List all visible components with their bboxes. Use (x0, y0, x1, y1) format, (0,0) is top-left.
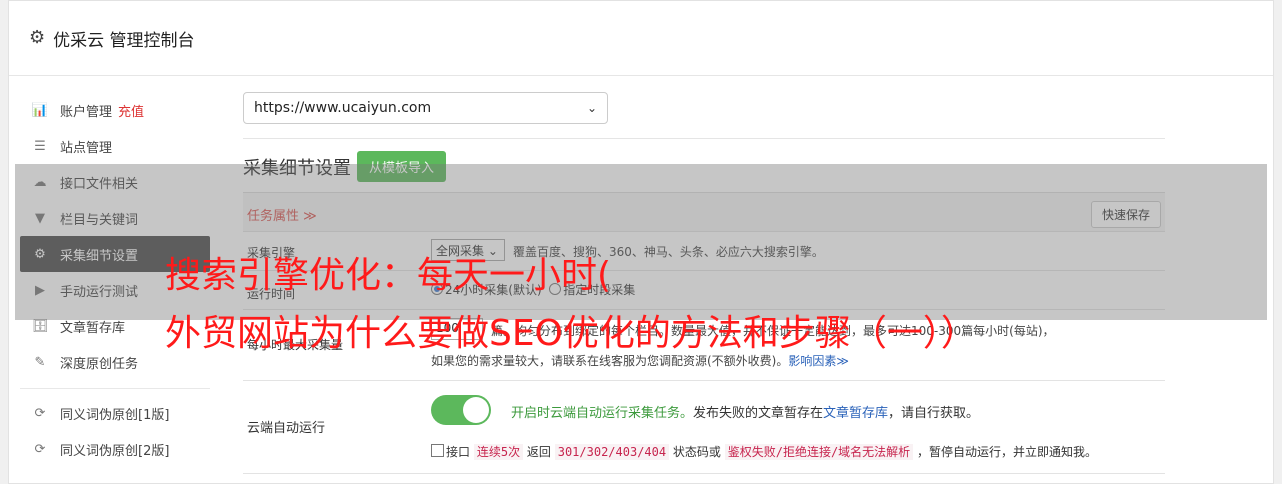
cloud-run-label: 云端自动运行 (247, 421, 326, 436)
pause-rule-d: ，暂停自动运行，并立即通知我。 (913, 445, 1098, 459)
cloud-run-toggle[interactable] (431, 395, 491, 425)
site-select[interactable]: https://www.ucaiyun.com ⌄ (243, 92, 608, 124)
edit-icon: ✎ (34, 354, 46, 370)
toggle-knob (463, 397, 489, 423)
site-select-value: https://www.ucaiyun.com (254, 100, 432, 116)
console-header: ⚙ 优采云 管理控制台 (9, 1, 1273, 76)
pause-rule-line: 接口 连续5次 返回 301/302/403/404 状态码或 鉴权失败/拒绝连… (431, 443, 1097, 460)
sidebar-divider (20, 388, 210, 389)
cloud-desc-text: 发布失败的文章暂存在 (693, 406, 824, 421)
code-errors: 鉴权失败/拒绝连接/域名无法解析 (724, 444, 914, 460)
cloud-run-row: 云端自动运行 开启时云端自动运行采集任务。发布失败的文章暂存在文章暂存库，请自行… (243, 381, 1165, 474)
refresh-icon: ⟳ (34, 441, 46, 457)
server-icon: ☰ (34, 138, 46, 154)
impact-factors-link[interactable]: 影响因素≫ (788, 354, 849, 368)
divider (243, 138, 1165, 139)
sidebar-item-label: 同义词伪原创[1版] (60, 407, 170, 423)
sidebar-item-label: 账户管理 (60, 104, 113, 120)
pause-rule-checkbox[interactable] (431, 444, 444, 457)
gear-icon: ⚙ (29, 27, 46, 48)
overlay-title-line1: 搜索引擎优化：每天一小时( (165, 255, 612, 296)
code-consecutive: 连续5次 (473, 444, 524, 460)
overlay-title-line2: 外贸网站为什么要做SEO优化的方法和步骤（一）） (165, 313, 977, 354)
sidebar-item-account[interactable]: 📊 账户管理 充值 (20, 92, 210, 128)
max-collect-desc2-text: 如果您的需求量较大，请联系在线客服为您调配资源(不额外收费)。 (431, 354, 789, 368)
sidebar-item-sites[interactable]: ☰ 站点管理 (20, 128, 210, 164)
bar-chart-icon: 📊 (31, 102, 49, 118)
sidebar-item-synonym-v1[interactable]: ⟳ 同义词伪原创[1版] (20, 395, 210, 431)
sidebar-item-synonym-v2[interactable]: ⟳ 同义词伪原创[2版] (20, 431, 210, 467)
sidebar-item-label: 同义词伪原创[2版] (60, 443, 170, 459)
cloud-desc-end: ，请自行获取。 (888, 406, 980, 421)
pause-rule-b: 返回 (523, 445, 555, 459)
cloud-run-desc: 开启时云端自动运行采集任务。发布失败的文章暂存在文章暂存库，请自行获取。 (511, 402, 979, 421)
code-status: 301/302/403/404 (554, 444, 670, 460)
recharge-link[interactable]: 充值 (118, 101, 144, 120)
sidebar-item-label: 深度原创任务 (60, 356, 139, 372)
pause-rule-a: 接口 (446, 445, 471, 459)
cloud-on-text: 开启时云端自动运行采集任务。 (511, 406, 694, 421)
sidebar-item-label: 站点管理 (60, 140, 113, 156)
app-title: 优采云 管理控制台 (53, 30, 195, 51)
database-icon: 🗄 (31, 318, 49, 334)
refresh-icon: ⟳ (34, 405, 46, 421)
pause-rule-c: 状态码或 (669, 445, 725, 459)
article-store-link[interactable]: 文章暂存库 (823, 406, 888, 421)
chevron-down-icon: ⌄ (586, 101, 597, 115)
